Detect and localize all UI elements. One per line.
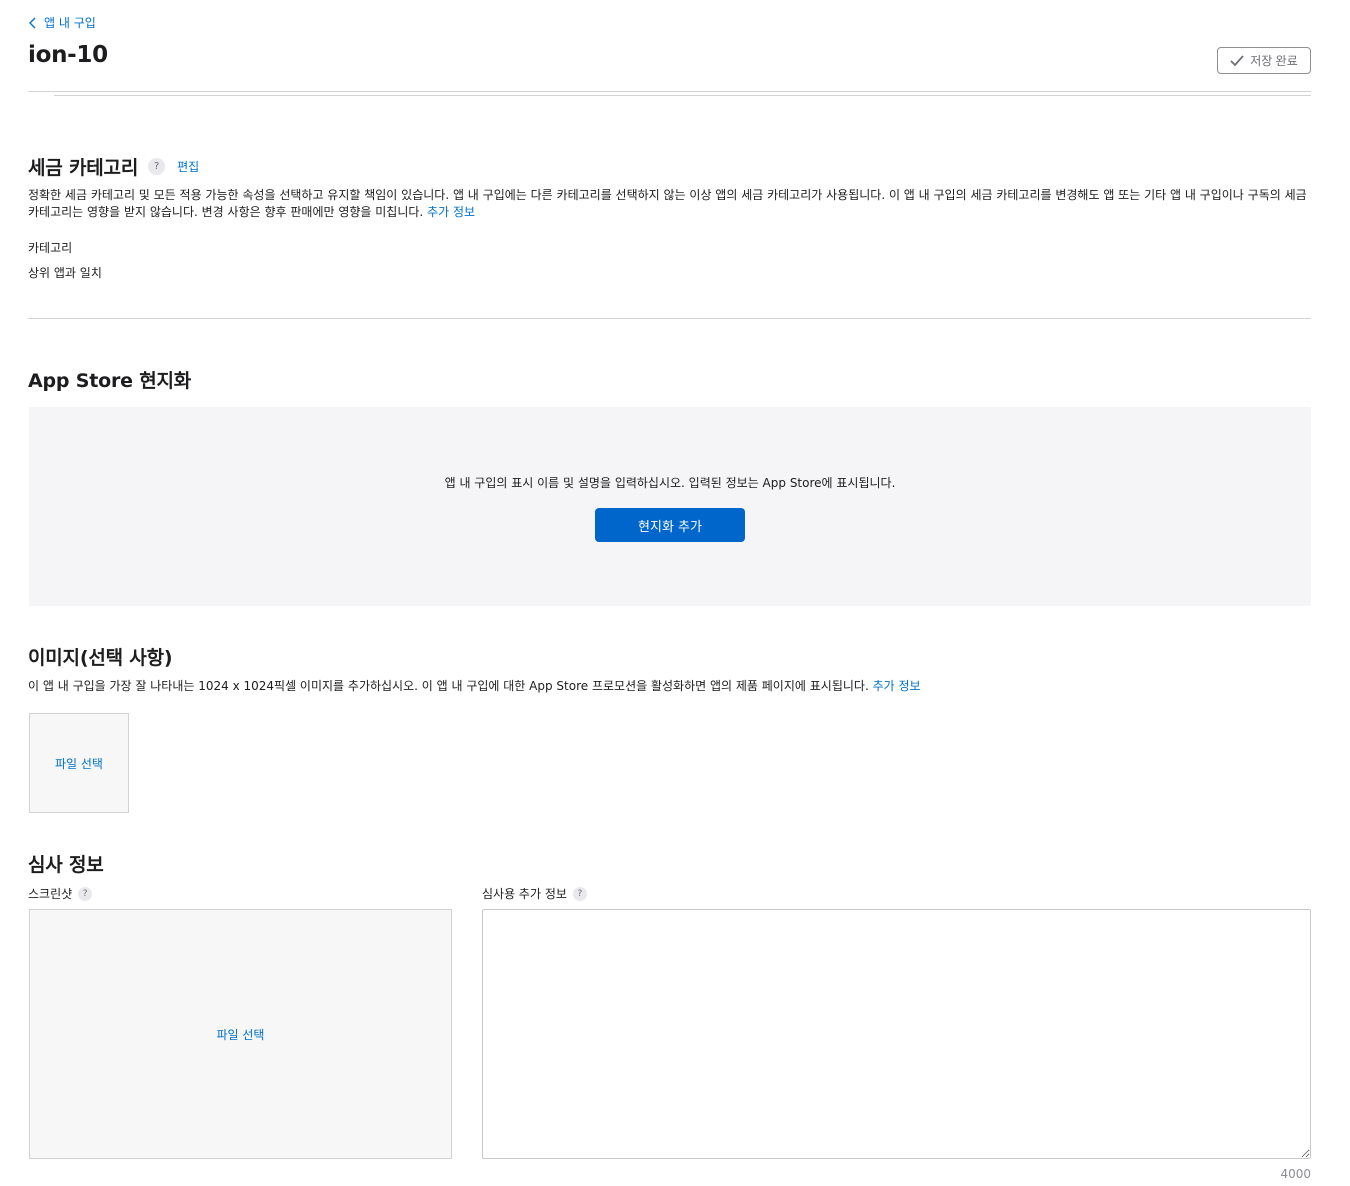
- review-notes-label-row: 심사용 추가 정보 ?: [482, 885, 587, 902]
- tax-category-header: 세금 카테고리 ? 편집: [28, 153, 199, 180]
- image-description: 이 앱 내 구입을 가장 잘 나타내는 1024 x 1024픽셀 이미지를 추…: [28, 678, 1311, 695]
- tax-category-description: 정확한 세금 카테고리 및 모든 적용 가능한 속성을 선택하고 유지할 책임이…: [28, 187, 1311, 221]
- review-notes-label: 심사용 추가 정보: [482, 887, 567, 901]
- page-title: ion-10: [28, 42, 108, 68]
- tax-category-heading: 세금 카테고리: [28, 157, 139, 179]
- screenshot-label-row: 스크린샷 ?: [28, 885, 93, 902]
- localization-empty-state: 앱 내 구입의 표시 이름 및 설명을 입력하십시오. 입력된 정보는 App …: [29, 407, 1311, 606]
- help-icon[interactable]: ?: [572, 886, 587, 901]
- review-heading: 심사 정보: [28, 854, 104, 876]
- divider: [28, 91, 1311, 92]
- save-button[interactable]: 저장 완료: [1217, 47, 1311, 74]
- help-icon[interactable]: ?: [148, 158, 166, 175]
- help-icon[interactable]: ?: [78, 886, 93, 901]
- chevron-left-icon: [29, 17, 36, 28]
- save-button-label: 저장 완료: [1250, 54, 1298, 68]
- screenshot-file-picker[interactable]: 파일 선택: [29, 909, 452, 1159]
- divider: [54, 95, 1311, 96]
- category-label: 카테고리: [28, 241, 73, 255]
- checkmark-icon: [1230, 54, 1244, 66]
- localization-heading: App Store 현지화: [28, 370, 192, 392]
- localization-description: 앱 내 구입의 표시 이름 및 설명을 입력하십시오. 입력된 정보는 App …: [444, 476, 896, 490]
- tax-category-edit-link[interactable]: 편집: [177, 158, 199, 175]
- back-link[interactable]: 앱 내 구입: [28, 14, 96, 31]
- divider: [28, 318, 1311, 319]
- review-notes-textarea[interactable]: [482, 909, 1311, 1159]
- category-value: 상위 앱과 일치: [28, 266, 102, 280]
- image-file-picker[interactable]: 파일 선택: [29, 713, 129, 813]
- tax-description-text: 정확한 세금 카테고리 및 모든 적용 가능한 속성을 선택하고 유지할 책임이…: [28, 188, 1307, 219]
- character-limit-counter: 4000: [1280, 1167, 1311, 1181]
- back-link-label: 앱 내 구입: [44, 16, 96, 30]
- image-description-text: 이 앱 내 구입을 가장 잘 나타내는 1024 x 1024픽셀 이미지를 추…: [28, 679, 869, 693]
- image-more-info-link[interactable]: 추가 정보: [873, 679, 921, 693]
- screenshot-label: 스크린샷: [28, 887, 73, 901]
- image-heading: 이미지(선택 사항): [28, 647, 173, 669]
- tax-more-info-link[interactable]: 추가 정보: [427, 205, 475, 219]
- add-localization-button[interactable]: 현지화 추가: [595, 508, 745, 542]
